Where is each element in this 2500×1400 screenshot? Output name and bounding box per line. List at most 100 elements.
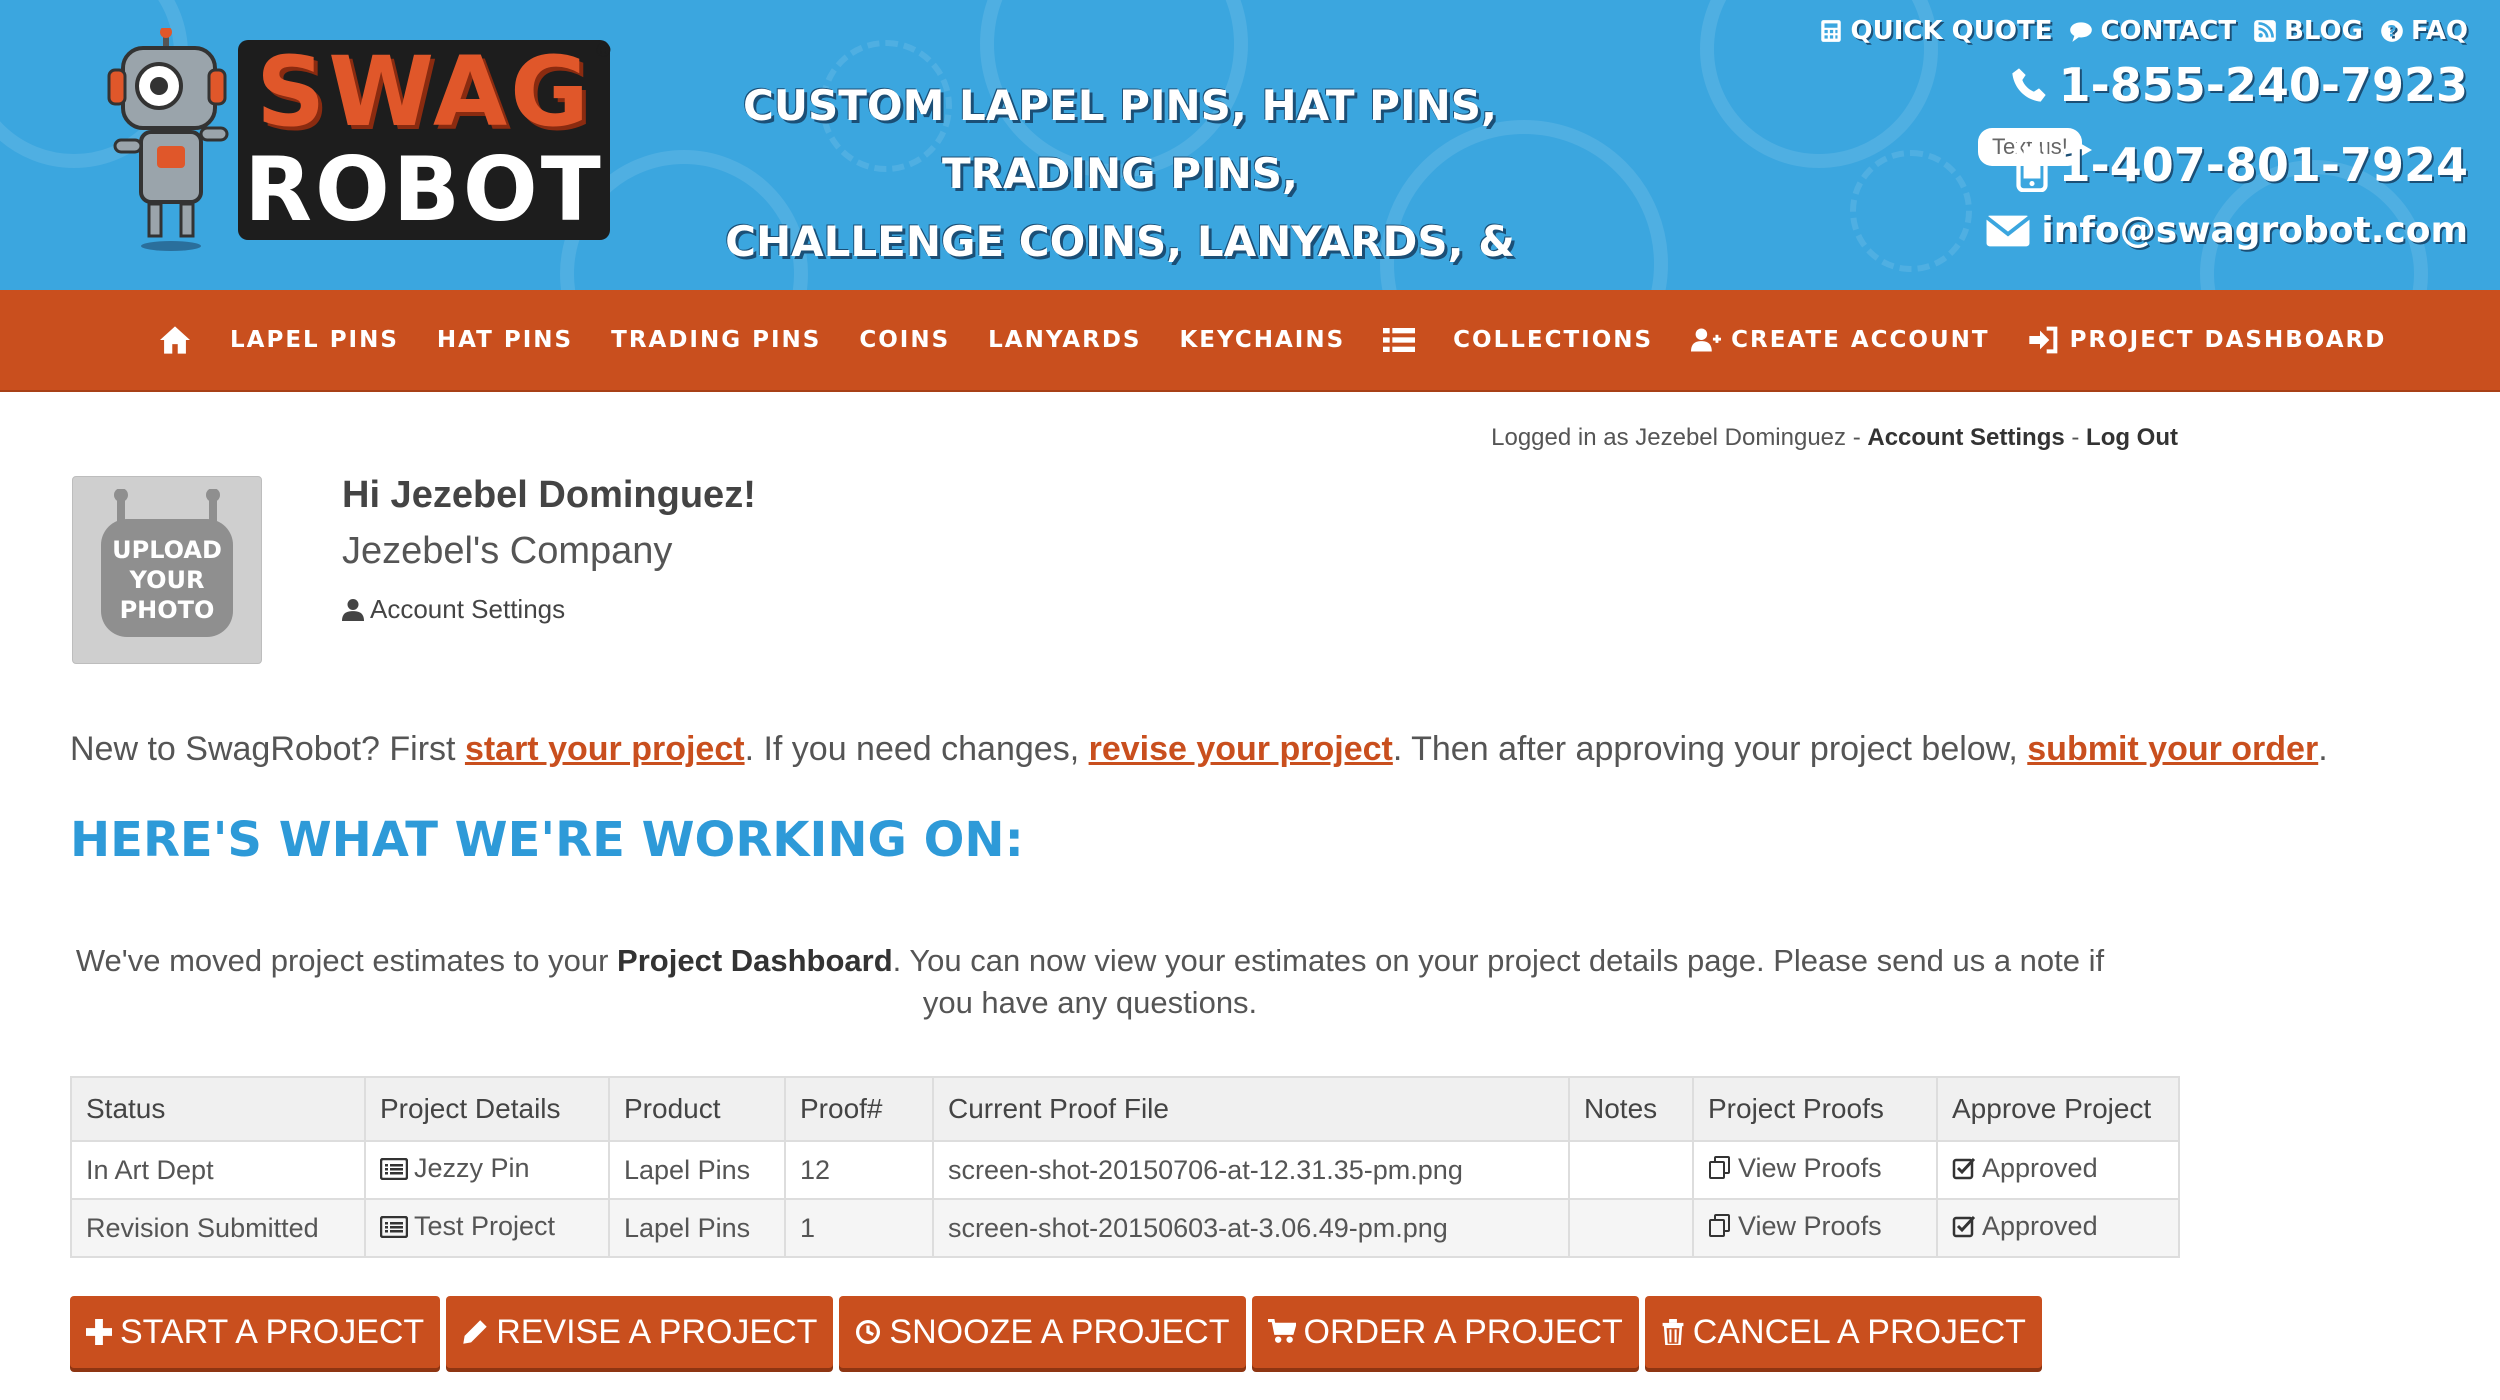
cancel-project-button[interactable]: CANCEL A PROJECT <box>1644 1296 2042 1368</box>
project-proofs-cell: View Proofs <box>1692 1198 1938 1258</box>
nav-lapel-pins[interactable]: LAPEL PINS <box>230 327 399 353</box>
phone-line-1[interactable]: 1-855-240-7923 <box>2009 58 2468 112</box>
header-notes: Notes <box>1568 1076 1694 1142</box>
email-line[interactable]: info@swagrobot.com <box>1985 210 2468 251</box>
logo-word-robot: ROBOT <box>238 140 610 240</box>
header-project-details: Project Details <box>364 1076 610 1142</box>
nav-home[interactable] <box>158 325 192 355</box>
project-details-link[interactable]: Test Project <box>380 1211 555 1242</box>
faq-link[interactable]: ? FAQ <box>2379 16 2468 46</box>
phone-number-1: 1-855-240-7923 <box>2058 58 2468 112</box>
account-settings-link[interactable]: Account Settings <box>342 594 565 625</box>
trash-icon <box>1662 1319 1684 1345</box>
revise-project-label: REVISE A PROJECT <box>496 1312 818 1351</box>
pencil-icon <box>463 1320 487 1344</box>
proof-file-cell[interactable]: screen-shot-20150603-at-3.06.49-pm.png <box>932 1198 1570 1258</box>
quick-quote-link[interactable]: QUICK QUOTE <box>1818 16 2052 46</box>
start-project-button[interactable]: START A PROJECT <box>70 1296 441 1368</box>
project-proofs-cell: View Proofs <box>1692 1140 1938 1200</box>
header-proof-num: Proof# <box>784 1076 934 1142</box>
intro-text: New to SwagRobot? First start your proje… <box>70 730 2328 769</box>
site-logo[interactable]: SWAG ROBOT <box>238 40 610 240</box>
clock-icon <box>856 1319 881 1345</box>
list-icon <box>1383 328 1416 352</box>
approved-status[interactable]: Approved <box>1952 1211 2098 1242</box>
check-square-icon <box>1952 1216 1976 1238</box>
session-bar: Logged in as Jezebel Dominguez - Account… <box>1491 424 2178 452</box>
header-project-proofs: Project Proofs <box>1692 1076 1938 1142</box>
project-details-link[interactable]: Jezzy Pin <box>380 1153 530 1184</box>
project-name: Jezzy Pin <box>414 1153 530 1184</box>
order-project-button[interactable]: ORDER A PROJECT <box>1251 1296 1639 1368</box>
notes-cell <box>1568 1140 1694 1200</box>
header-product: Product <box>608 1076 786 1142</box>
blog-link[interactable]: BLOG <box>2252 16 2363 46</box>
nav-keychains[interactable]: KEYCHAINS <box>1179 327 1345 353</box>
proof-num-cell: 12 <box>784 1140 934 1200</box>
header-status: Status <box>70 1076 366 1142</box>
submit-order-link[interactable]: submit your order <box>2027 730 2318 768</box>
nav-create-account[interactable]: CREATE ACCOUNT <box>1691 327 1989 353</box>
revise-project-button[interactable]: REVISE A PROJECT <box>446 1296 834 1368</box>
contact-link[interactable]: CONTACT <box>2068 16 2236 46</box>
faq-label: FAQ <box>2410 16 2468 46</box>
nav-hat-pins[interactable]: HAT PINS <box>437 327 573 353</box>
tagline-line-2: CHALLENGE COINS, LANYARDS, & KEYCHAINS! <box>725 217 1515 290</box>
greeting: Hi Jezebel Dominguez! <box>342 474 756 516</box>
table-header-row: Status Project Details Product Proof# Cu… <box>70 1076 2180 1142</box>
cancel-project-label: CANCEL A PROJECT <box>1692 1312 2026 1351</box>
start-project-label: START A PROJECT <box>120 1312 425 1351</box>
approve-cell: Approved <box>1936 1140 2180 1200</box>
approved-status[interactable]: Approved <box>1952 1153 2098 1184</box>
phone-line-2[interactable]: 1-407-801-7924 <box>2015 138 2468 192</box>
nav-trading-pins[interactable]: TRADING PINS <box>611 327 821 353</box>
nav-collections[interactable]: COLLECTIONS <box>1453 327 1653 353</box>
tagline-line-1: CUSTOM LAPEL PINS, HAT PINS, TRADING PIN… <box>743 81 1497 198</box>
snooze-project-button[interactable]: SNOOZE A PROJECT <box>839 1296 1246 1368</box>
shopping-cart-icon <box>1267 1319 1296 1343</box>
list-alt-icon <box>380 1215 408 1238</box>
revise-project-link[interactable]: revise your project <box>1089 730 1393 768</box>
chat-bubble-icon <box>2070 22 2093 42</box>
nav-lanyards[interactable]: LANYARDS <box>988 327 1141 353</box>
upload-photo-line-1: UPLOAD <box>112 536 222 564</box>
email-address: info@swagrobot.com <box>2041 210 2468 251</box>
plus-icon <box>86 1319 112 1345</box>
start-project-link[interactable]: start your project <box>465 730 745 768</box>
upload-photo-avatar[interactable]: UPLOAD YOUR PHOTO <box>72 476 262 664</box>
nav-project-dashboard[interactable]: PROJECT DASHBOARD <box>2028 325 2387 355</box>
blog-label: BLOG <box>2284 16 2363 46</box>
logged-in-text: Logged in as Jezebel Dominguez - <box>1491 424 1868 451</box>
project-details-cell: Jezzy Pin <box>364 1140 610 1200</box>
proof-file-cell[interactable]: screen-shot-20150706-at-12.31.35-pm.png <box>932 1140 1570 1200</box>
create-account-label: CREATE ACCOUNT <box>1731 327 1990 353</box>
separator: - <box>2064 424 2087 451</box>
robot-mascot-icon[interactable] <box>105 28 240 253</box>
notice-part-2: . You can now view your estimates on you… <box>892 943 2105 1020</box>
upload-photo-line-2: YOUR <box>129 566 205 594</box>
intro-part-2: . If you need changes, <box>744 730 1089 768</box>
registered-mark: ® <box>596 40 611 62</box>
notes-cell <box>1568 1198 1694 1258</box>
project-name: Test Project <box>414 1211 556 1242</box>
svg-text:?: ? <box>2387 21 2396 40</box>
intro-part-1: New to SwagRobot? First <box>70 730 465 768</box>
envelope-icon <box>1985 215 2032 246</box>
nav-list-menu[interactable] <box>1383 326 1416 354</box>
notice-part-1: We've moved project estimates to your <box>75 943 618 978</box>
notice-text: We've moved project estimates to your Pr… <box>70 940 2110 1024</box>
intro-part-3: . Then after approving your project belo… <box>1392 730 2028 768</box>
list-alt-icon <box>380 1157 408 1180</box>
notice-project-dashboard: Project Dashboard <box>617 943 893 978</box>
account-settings-top-link[interactable]: Account Settings <box>1867 424 2064 451</box>
log-out-link[interactable]: Log Out <box>2086 424 2178 451</box>
rss-icon <box>2254 20 2276 42</box>
copy-icon <box>1709 1156 1730 1180</box>
view-proofs-link[interactable]: View Proofs <box>1708 1211 1882 1242</box>
view-proofs-link[interactable]: View Proofs <box>1708 1153 1882 1184</box>
nav-coins[interactable]: COINS <box>859 327 950 353</box>
site-tagline: CUSTOM LAPEL PINS, HAT PINS, TRADING PIN… <box>670 72 1570 290</box>
section-title: HERE'S WHAT WE'RE WORKING ON: <box>70 812 1024 868</box>
phone-number-2: 1-407-801-7924 <box>2058 138 2468 192</box>
action-buttons: START A PROJECT REVISE A PROJECT SNOOZE … <box>70 1296 2042 1368</box>
